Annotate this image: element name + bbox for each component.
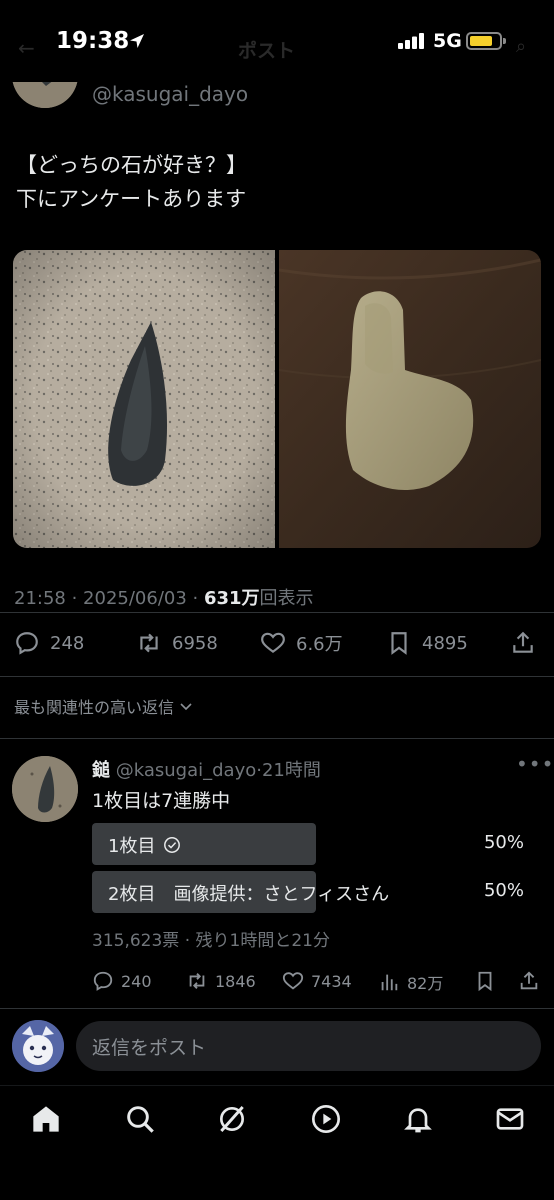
poll-option-label: 2枚目 画像提供：さとフィスさん xyxy=(108,884,390,905)
notifications-icon[interactable] xyxy=(402,1103,434,1135)
back-icon[interactable]: ← xyxy=(18,36,35,60)
poll-option-percent: 50% xyxy=(483,832,524,853)
video-icon[interactable] xyxy=(310,1103,342,1135)
tweet-views-count: 631万 xyxy=(203,588,260,609)
grok-icon[interactable] xyxy=(216,1103,248,1135)
retweet-button[interactable]: 6958 xyxy=(136,630,218,656)
battery-icon xyxy=(466,32,506,50)
views-count: 82万 xyxy=(407,974,444,993)
tweet-actions: 248 6958 6.6万 4895 xyxy=(14,630,540,662)
network-type: 5G xyxy=(433,30,462,52)
check-circle-icon xyxy=(164,837,181,853)
retweet-count: 6958 xyxy=(172,632,218,654)
divider xyxy=(0,676,554,677)
poll-remaining: 残り1時間と21分 xyxy=(195,931,330,951)
reply-like-button[interactable]: 7434 xyxy=(282,970,352,992)
poll-option-label: 1枚目 xyxy=(108,836,156,857)
share-icon xyxy=(513,631,533,653)
reply-retweet-button[interactable]: 1846 xyxy=(186,970,256,992)
poll-votes: 315,623票 xyxy=(92,931,180,951)
poll-meta: 315,623票 · 残り1時間と21分 xyxy=(92,931,330,951)
reply-count: 240 xyxy=(121,971,152,991)
tweet-views-label: 回表示 xyxy=(259,588,314,609)
divider xyxy=(0,738,554,739)
reply-text: 1枚目は7連勝中 xyxy=(92,790,231,812)
analytics-icon xyxy=(381,974,398,991)
reply-age: 21時間 xyxy=(261,760,321,781)
bookmark-icon xyxy=(391,632,407,655)
like-count: 6.6万 xyxy=(296,634,343,655)
tweet-text: 【どっちの石が好き？】 下にアンケートあります xyxy=(16,148,247,216)
bookmark-button[interactable]: 4895 xyxy=(386,630,468,656)
author-avatar[interactable] xyxy=(12,82,78,108)
like-count: 7434 xyxy=(311,971,352,991)
reply-sort-label: 最も関連性の高い返信 xyxy=(14,698,175,717)
divider xyxy=(0,1008,554,1009)
poll-option-percent: 50% xyxy=(483,880,524,901)
reply-views-button[interactable]: 82万 xyxy=(378,970,443,994)
tweet-date: 2025/06/03 xyxy=(83,588,187,609)
tweet-meta: 21:58 · 2025/06/03 · 631万回表示 xyxy=(14,588,314,609)
more-options-icon[interactable]: ••• xyxy=(516,752,554,776)
reply-header: 鎚 @kasugai_dayo·21時間 xyxy=(92,760,321,781)
user-avatar[interactable] xyxy=(12,1020,64,1072)
reply-author-name[interactable]: 鎚 xyxy=(92,760,110,781)
page-title: ポスト xyxy=(238,40,296,62)
retweet-count: 1846 xyxy=(215,971,256,991)
reply-icon xyxy=(16,632,38,655)
bottom-navigation xyxy=(0,1085,554,1200)
heart-icon xyxy=(282,972,304,990)
like-button[interactable]: 6.6万 xyxy=(260,630,343,656)
search-icon-faded[interactable]: ⌕ xyxy=(516,36,526,57)
bookmark-count: 4895 xyxy=(422,632,468,654)
home-icon[interactable] xyxy=(30,1103,62,1135)
author-handle[interactable]: @kasugai_dayo xyxy=(92,82,248,106)
search-icon[interactable] xyxy=(124,1103,156,1135)
divider xyxy=(0,612,554,613)
heart-icon xyxy=(261,632,285,653)
messages-icon[interactable] xyxy=(494,1103,526,1135)
cellular-signal-icon xyxy=(398,33,424,49)
reply-bookmark-button[interactable] xyxy=(474,970,496,992)
reply-actions: 240 1846 7434 82万 xyxy=(92,970,540,996)
reply-reply-button[interactable]: 240 xyxy=(92,970,152,992)
tweet-media xyxy=(13,250,541,548)
poll-option-1: 1枚目 50% xyxy=(92,823,540,865)
retweet-icon xyxy=(140,633,158,653)
chevron-down-icon xyxy=(180,703,192,711)
status-time: 19:38 xyxy=(56,28,130,54)
reply-button[interactable]: 248 xyxy=(14,630,84,656)
reply-avatar[interactable] xyxy=(12,756,78,822)
poll-option-2: 2枚目 画像提供：さとフィスさん 50% xyxy=(92,871,540,913)
tweet-author-row: @kasugai_dayo xyxy=(0,82,554,112)
location-arrow-icon xyxy=(130,34,144,48)
tweet-text-line: 下にアンケートあります xyxy=(16,187,247,211)
reply-icon xyxy=(93,971,113,991)
retweet-icon xyxy=(189,973,205,989)
share-button[interactable] xyxy=(510,630,536,656)
media-image-2[interactable] xyxy=(278,250,541,548)
bookmark-icon xyxy=(478,971,492,992)
reply-share-button[interactable] xyxy=(518,970,540,992)
status-bar: ← 19:38 ポスト 5G ⌕ xyxy=(0,0,554,82)
share-icon xyxy=(520,971,538,990)
tweet-text-line: 【どっちの石が好き？】 xyxy=(16,153,247,177)
media-image-1[interactable] xyxy=(13,250,275,548)
tweet-time: 21:58 xyxy=(14,588,66,609)
reply-sort-dropdown[interactable]: 最も関連性の高い返信 xyxy=(14,694,194,718)
reply-compose-input[interactable]: 返信をポスト xyxy=(76,1021,541,1071)
reply-author-handle[interactable]: @kasugai_dayo xyxy=(116,760,257,781)
reply-count: 248 xyxy=(50,632,85,654)
